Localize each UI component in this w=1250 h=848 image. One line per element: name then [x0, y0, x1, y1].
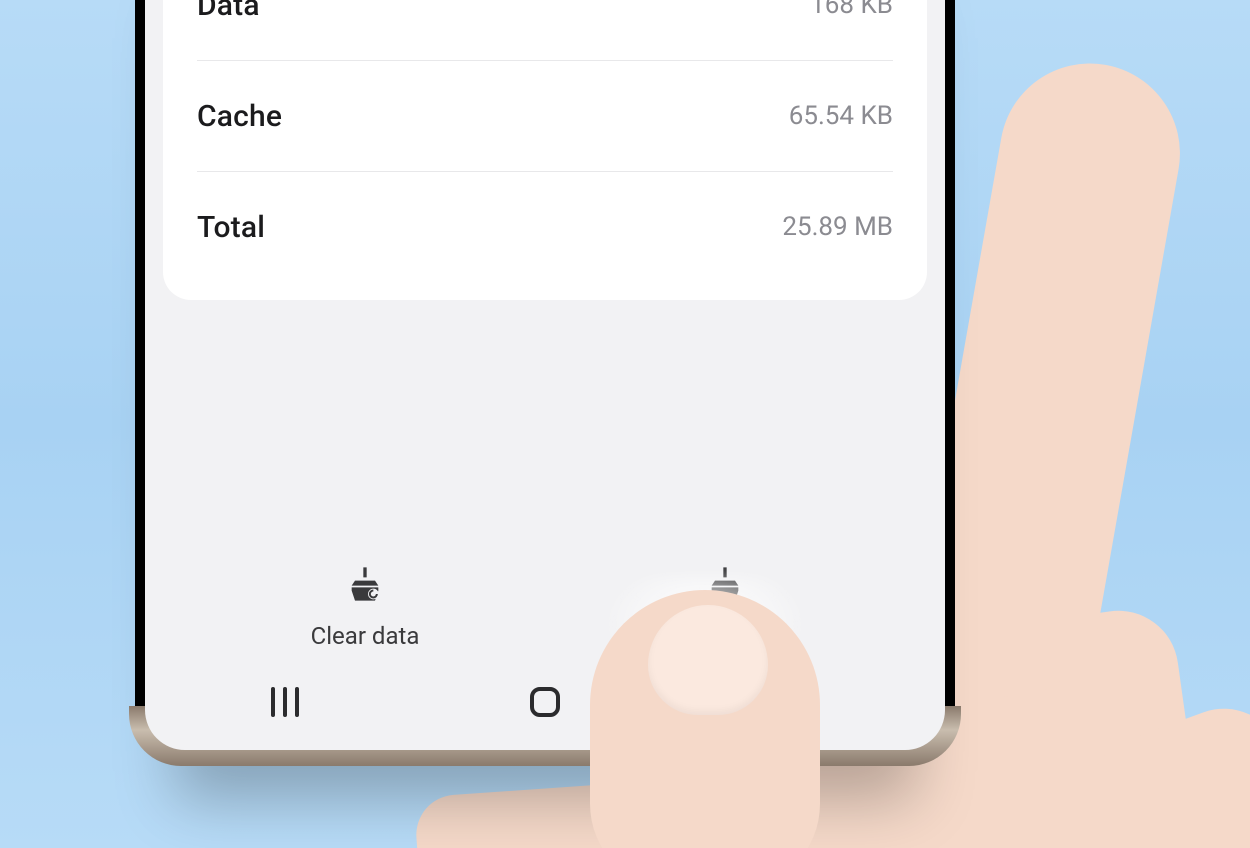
phone-screen: Data 168 KB Cache 65.54 KB Total 25.89 M…: [145, 0, 945, 750]
storage-row-data[interactable]: Data 168 KB: [197, 0, 893, 60]
storage-row-cache[interactable]: Cache 65.54 KB: [197, 60, 893, 171]
phone-frame: Data 168 KB Cache 65.54 KB Total 25.89 M…: [135, 0, 955, 760]
storage-row-value: 25.89 MB: [782, 212, 893, 242]
clear-data-button[interactable]: Clear data: [185, 564, 545, 650]
storage-row-value: 168 KB: [810, 0, 893, 20]
nav-recents-button[interactable]: [255, 680, 315, 724]
action-label: Clear data: [311, 622, 420, 650]
broom-refresh-icon: [345, 564, 385, 610]
stage: Data 168 KB Cache 65.54 KB Total 25.89 M…: [0, 0, 1250, 848]
action-bar: Clear data Clear cache: [145, 538, 945, 662]
storage-card: Data 168 KB Cache 65.54 KB Total 25.89 M…: [163, 0, 927, 300]
storage-row-label: Cache: [197, 99, 282, 134]
android-nav-bar: [145, 662, 945, 750]
storage-row-value: 65.54 KB: [789, 101, 893, 131]
nav-home-button[interactable]: [515, 680, 575, 724]
storage-row-label: Total: [197, 210, 265, 245]
storage-row-label: Data: [197, 0, 260, 23]
hand-thumb-nail: [648, 605, 768, 715]
storage-row-total[interactable]: Total 25.89 MB: [197, 171, 893, 282]
